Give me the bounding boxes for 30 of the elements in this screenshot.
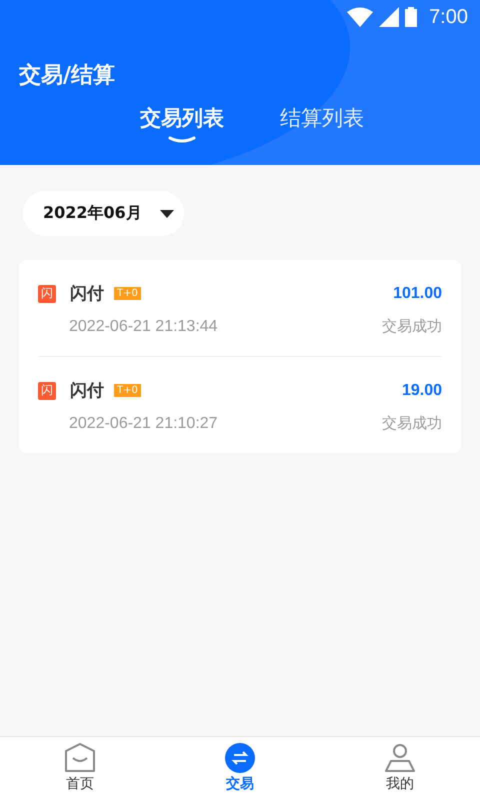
- status-time: 7:00: [429, 6, 468, 28]
- transaction-time: 2022-06-21 21:10:27: [69, 414, 218, 432]
- signal-icon: [379, 7, 400, 27]
- payment-name: 闪付: [70, 283, 104, 305]
- amount: 19.00: [402, 382, 442, 400]
- transaction-status: 交易成功: [382, 317, 442, 336]
- caret-icon: [160, 210, 174, 218]
- user-icon: [384, 743, 416, 773]
- settlement-tag: T+0: [114, 287, 141, 300]
- tab[interactable]: 交易列表: [140, 104, 224, 144]
- transaction-item[interactable]: 闪 闪付 T+0 101.00 2022-06-21 21:13:44 交易成功: [38, 260, 442, 356]
- page-title: 交易/结算: [18, 62, 116, 90]
- month-picker[interactable]: 2022年06月: [23, 191, 184, 236]
- transaction-status: 交易成功: [382, 414, 442, 433]
- tab-indicator-icon: [168, 136, 196, 144]
- battery-icon: [405, 7, 418, 27]
- payment-type-icon: 闪: [38, 284, 56, 302]
- wifi-icon: [347, 7, 374, 27]
- amount: 101.00: [393, 284, 442, 302]
- nav-item[interactable]: 我的: [320, 737, 480, 800]
- home-icon: [64, 743, 96, 773]
- transaction-time: 2022-06-21 21:13:44: [69, 318, 218, 336]
- exchange-icon: [225, 743, 255, 773]
- nav-item[interactable]: 交易: [160, 737, 320, 800]
- settlement-tag: T+0: [114, 384, 141, 397]
- nav-item[interactable]: 首页: [0, 737, 160, 800]
- transaction-item[interactable]: 闪 闪付 T+0 19.00 2022-06-21 21:10:27 交易成功: [38, 357, 442, 453]
- payment-type-icon: 闪: [38, 382, 56, 400]
- tab[interactable]: 结算列表: [280, 104, 364, 144]
- payment-name: 闪付: [70, 380, 104, 402]
